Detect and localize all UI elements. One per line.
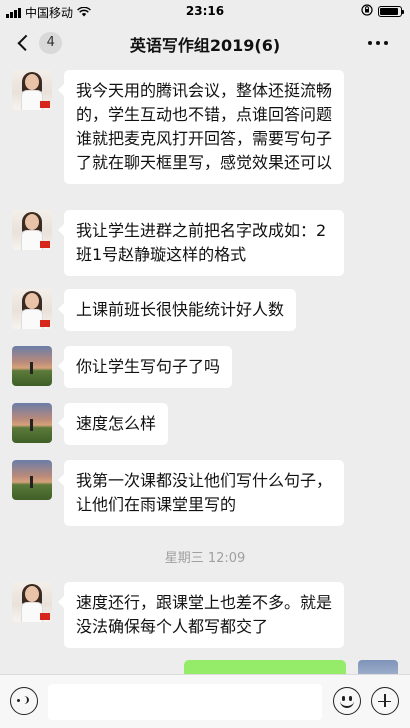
message-bubble[interactable]: 上课前班长很快能统计好人数 [57, 289, 297, 331]
voice-icon[interactable] [10, 687, 38, 715]
message-input[interactable] [48, 684, 322, 720]
flag-icon [40, 101, 50, 108]
avatar[interactable] [12, 403, 52, 443]
avatar[interactable] [12, 346, 52, 386]
more-button[interactable] [368, 41, 388, 45]
avatar[interactable] [12, 210, 52, 250]
orientation-lock-icon [361, 4, 373, 19]
plus-icon[interactable] [371, 687, 399, 715]
chat-title: 英语写作组2019(6) [129, 36, 281, 55]
message-bubble[interactable]: 速度还行，跟课堂上也差不多。就是没法确保每个人都写都交了 [58, 582, 344, 648]
avatar[interactable] [12, 289, 52, 329]
avatar[interactable] [12, 582, 52, 622]
back-button[interactable]: 4 [14, 31, 62, 55]
nav-bar: 4 英语写作组2019(6) [0, 22, 410, 64]
clock: 23:16 [185, 4, 225, 18]
chat-area[interactable]: 我今天用的腾讯会议，整体还挺流畅的，学生互动也不错，点谁回答问题谁就把麦克风打开… [0, 64, 410, 674]
message-bubble[interactable]: 我第一次课都没让他们写什么句子，让他们在雨课堂里写的 [58, 460, 344, 526]
message-bubble[interactable]: 我今天用的腾讯会议，整体还挺流畅的，学生互动也不错，点谁回答问题谁就把麦克风打开… [58, 70, 344, 184]
flag-icon [40, 320, 50, 327]
status-bar: 中国移动 23:16 [0, 0, 410, 22]
more-dots-icon [368, 41, 372, 45]
message-bubble[interactable]: 速度怎么样 [57, 403, 169, 445]
chevron-left-icon [17, 34, 34, 52]
flag-icon [40, 613, 50, 620]
emoji-icon[interactable] [333, 687, 361, 715]
timestamp: 星期三 12:09 [164, 551, 246, 566]
message-bubble[interactable]: 你让学生写句子了吗 [57, 346, 233, 388]
input-bar [0, 674, 410, 728]
battery-icon [378, 6, 404, 17]
avatar[interactable] [358, 660, 398, 674]
avatar[interactable] [12, 70, 52, 110]
flag-icon [40, 241, 50, 248]
status-right [361, 4, 404, 19]
avatar[interactable] [12, 460, 52, 500]
message-bubble[interactable]: 我让学生进群之前把名字改成如：2班1号赵静璇这样的格式 [58, 210, 344, 276]
unread-badge: 4 [39, 32, 62, 54]
outgoing-message-bubble[interactable] [184, 660, 346, 674]
